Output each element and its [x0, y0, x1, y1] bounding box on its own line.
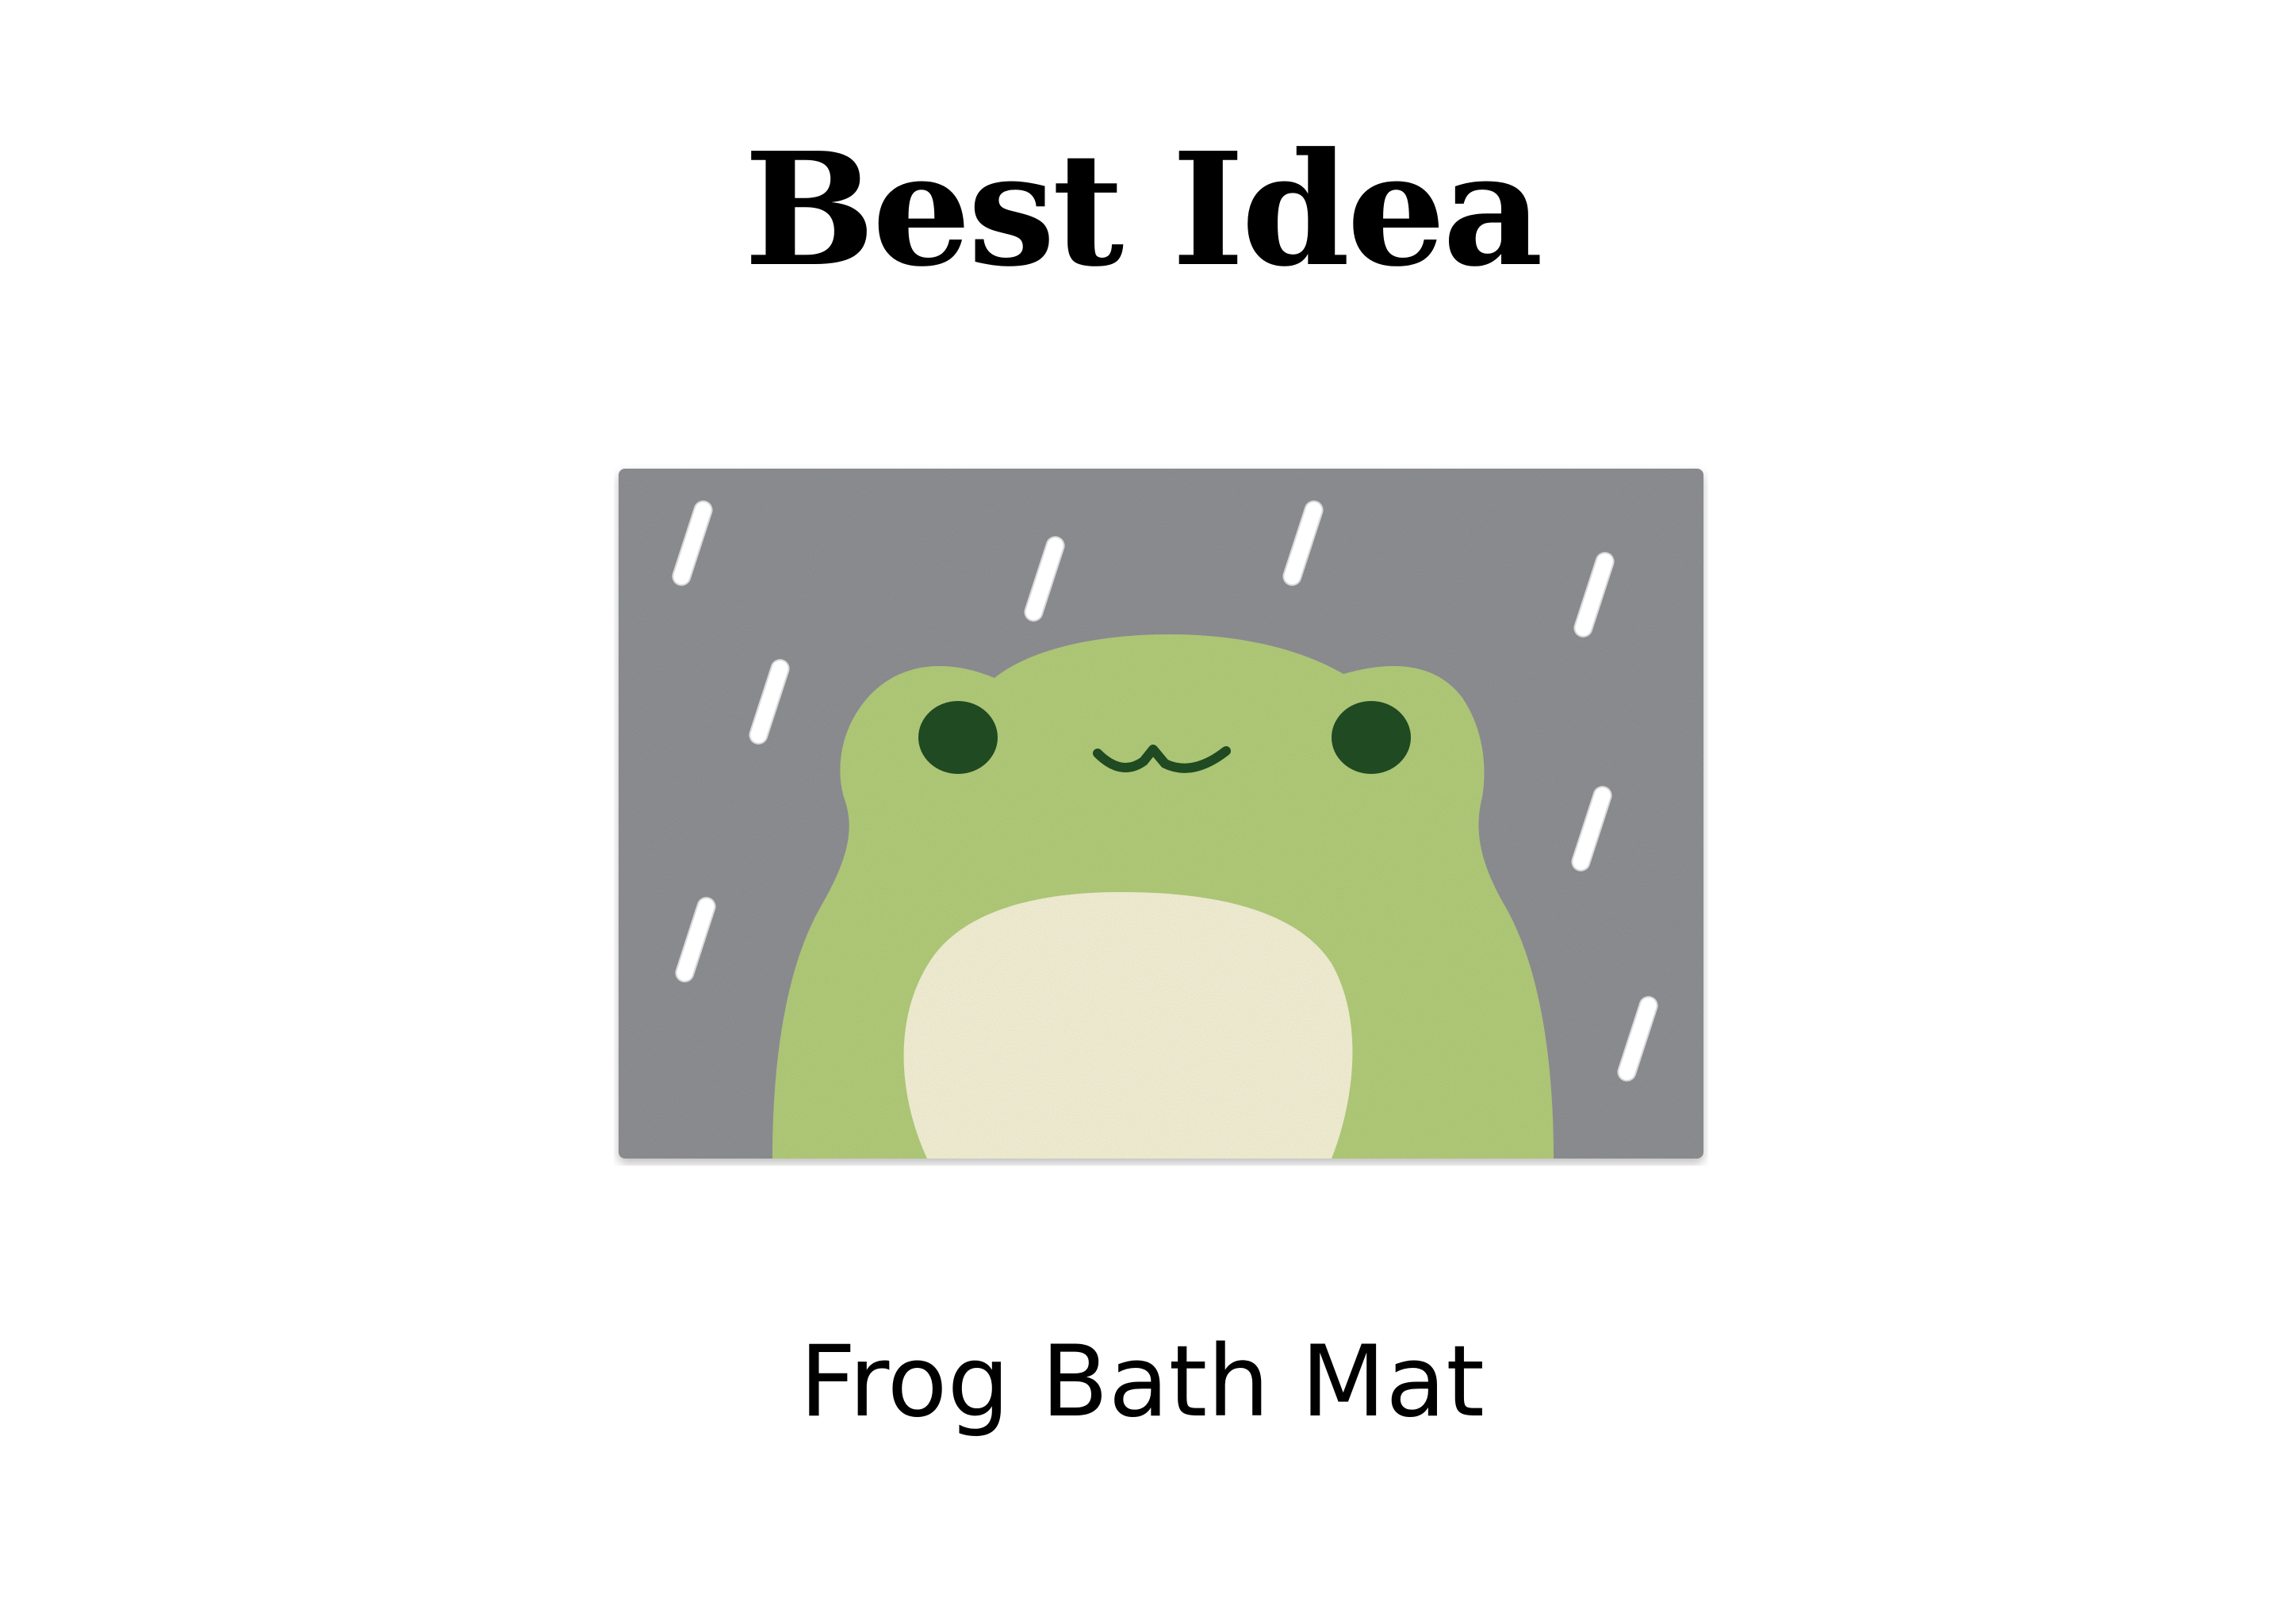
page-title: Best Idea	[744, 119, 1543, 301]
frog-bath-mat-illustration	[619, 469, 1703, 1159]
frog-bath-mat-image	[614, 464, 1708, 1166]
frog-belly	[903, 892, 1353, 1159]
frog-left-eye	[918, 701, 998, 774]
product-caption: Frog Bath Mat	[799, 1325, 1485, 1439]
frog-right-eye	[1332, 701, 1411, 774]
